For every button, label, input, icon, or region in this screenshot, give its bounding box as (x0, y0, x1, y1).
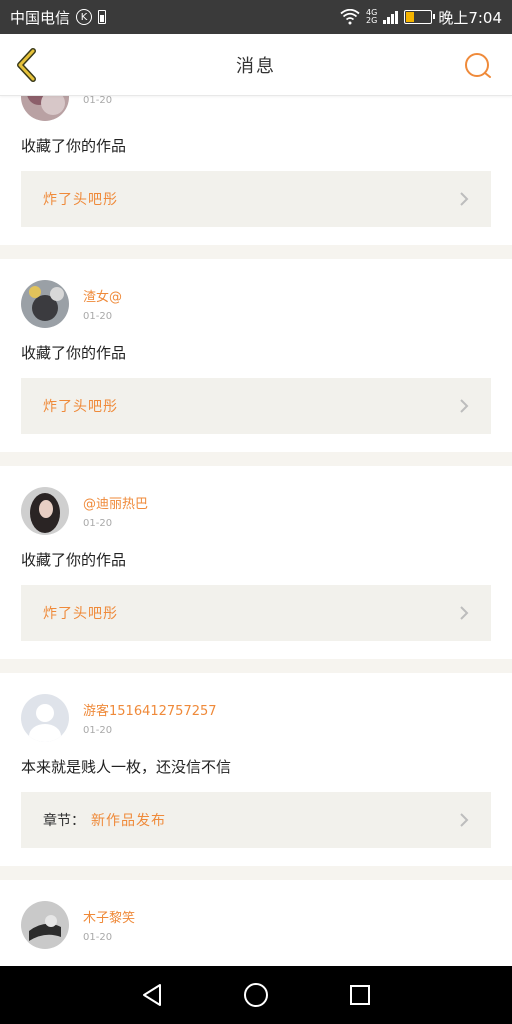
list-item: @迪丽热巴 01-20 收藏了你的作品 炸了头吧彤 (0, 466, 512, 659)
avatar[interactable] (21, 96, 69, 121)
status-bar: 中国电信 K 4G 2G 晚上7:04 (0, 0, 512, 34)
user-meta: 木子黎笑 01-20 (83, 907, 135, 943)
user-row: @迪丽热巴 01-20 (21, 487, 491, 535)
chevron-left-icon (17, 48, 36, 82)
user-meta: 游客1516412757257 01-20 (83, 700, 217, 736)
divider (0, 659, 512, 673)
chapter-link-label: 新作品发布 (91, 813, 166, 829)
signal-icon (383, 10, 399, 24)
user-meta: 渣女@ 01-20 (83, 286, 122, 322)
work-link[interactable]: 炸了头吧彤 (21, 585, 491, 641)
chevron-right-icon (460, 606, 469, 620)
username[interactable]: 木子黎笑 (83, 907, 135, 926)
circle-home-icon (244, 983, 268, 1007)
username[interactable]: 游客1516412757257 (83, 700, 217, 719)
clock: 晚上7:04 (438, 8, 502, 27)
back-button[interactable] (12, 47, 42, 83)
list-item: 渣女@ 01-20 收藏了你的作品 炸了头吧彤 (0, 259, 512, 452)
avatar[interactable] (21, 694, 69, 742)
message-text: 收藏了你的作品 (21, 551, 127, 569)
avatar[interactable] (21, 901, 69, 949)
list-item: 木子黎笑 01-20 (0, 880, 512, 966)
nav-recents-button[interactable] (340, 975, 380, 1015)
status-right: 4G 2G 晚上7:04 (340, 7, 502, 28)
divider (0, 866, 512, 880)
username[interactable]: @迪丽热巴 (83, 493, 148, 512)
chevron-right-icon (460, 813, 469, 827)
search-button[interactable] (464, 52, 492, 80)
chapter-link[interactable]: 章节： 新作品发布 (21, 792, 491, 848)
chevron-right-icon (460, 399, 469, 413)
sim-icon (98, 10, 107, 24)
list-item: 游客1516412757257 01-20 本来就是贱人一枚，还没信不信 章节：… (0, 673, 512, 866)
username[interactable]: 渣女@ (83, 286, 122, 305)
message-text: 本来就是贱人一枚，还没信不信 (21, 758, 232, 776)
work-link[interactable]: 炸了头吧彤 (21, 171, 491, 227)
user-meta: 01-20 (83, 96, 112, 106)
wifi-icon (340, 9, 360, 25)
chevron-right-icon (460, 192, 469, 206)
carrier-label: 中国电信 (10, 8, 71, 27)
system-nav-bar (0, 966, 512, 1024)
divider (0, 452, 512, 466)
network-bottom-label: 2G (366, 16, 378, 25)
divider (0, 245, 512, 259)
search-icon (465, 53, 491, 78)
message-text: 收藏了你的作品 (21, 137, 127, 155)
feed-list: 01-20 收藏了你的作品 炸了头吧彤 渣女@ 01-20 收藏了你的作品 炸了… (0, 96, 512, 966)
user-row: 渣女@ 01-20 (21, 280, 491, 328)
nav-home-button[interactable] (236, 975, 276, 1015)
work-link[interactable]: 炸了头吧彤 (21, 378, 491, 434)
date: 01-20 (83, 518, 113, 529)
date: 01-20 (83, 932, 113, 943)
page-title: 消息 (236, 55, 276, 77)
date: 01-20 (83, 96, 113, 106)
list-item: 01-20 收藏了你的作品 炸了头吧彤 (0, 96, 512, 245)
work-link-label: 炸了头吧彤 (43, 399, 118, 415)
status-left: 中国电信 K (10, 7, 107, 28)
app-header: 消息 (0, 34, 512, 96)
nav-back-button[interactable] (132, 975, 172, 1015)
date: 01-20 (83, 725, 113, 736)
message-text: 收藏了你的作品 (21, 344, 127, 362)
message-feed[interactable]: 01-20 收藏了你的作品 炸了头吧彤 渣女@ 01-20 收藏了你的作品 炸了… (0, 96, 512, 966)
work-link-label: 炸了头吧彤 (43, 606, 118, 622)
user-row: 游客1516412757257 01-20 (21, 694, 491, 742)
network-type: 4G 2G (366, 9, 377, 25)
carrier-badge-icon: K (76, 9, 93, 25)
date: 01-20 (83, 311, 113, 322)
battery-icon (404, 10, 436, 24)
square-recents-icon (350, 985, 370, 1005)
avatar[interactable] (21, 280, 69, 328)
chapter-prefix: 章节： (43, 813, 85, 829)
user-meta: @迪丽热巴 01-20 (83, 493, 148, 529)
avatar[interactable] (21, 487, 69, 535)
work-link-label: 炸了头吧彤 (43, 192, 118, 208)
user-row: 01-20 (21, 96, 491, 121)
triangle-back-icon (143, 984, 161, 1006)
user-row: 木子黎笑 01-20 (21, 901, 491, 949)
